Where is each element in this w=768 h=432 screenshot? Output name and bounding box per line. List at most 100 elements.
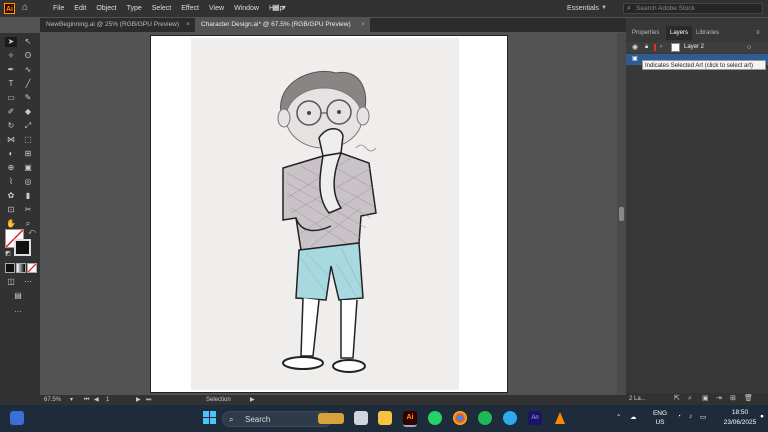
spotify-icon[interactable]	[478, 411, 492, 425]
clock-date[interactable]: 23/06/2025	[720, 419, 760, 426]
screen-mode-icon[interactable]: ▤	[12, 291, 24, 301]
slice-tool-icon[interactable]: ✂	[22, 205, 34, 215]
panel-menu-icon[interactable]: ≡	[756, 26, 760, 40]
tab-layers[interactable]: Layers	[666, 26, 693, 40]
default-colors-icon[interactable]: ◩	[2, 249, 14, 259]
draw-mode-icon[interactable]: ◫	[5, 277, 17, 287]
paintbrush-icon[interactable]: ✎	[22, 93, 34, 103]
task-view-icon[interactable]	[354, 411, 368, 425]
visibility-eye-icon[interactable]: ▣	[632, 54, 638, 65]
wifi-icon[interactable]: ◔	[677, 413, 681, 420]
zoom-level[interactable]: 67.5%	[44, 395, 61, 405]
language-top[interactable]: ENG	[650, 410, 670, 417]
sketch-photo[interactable]	[191, 38, 459, 390]
eraser-icon[interactable]: ◆	[22, 107, 34, 117]
type-tool-icon[interactable]: T	[5, 79, 17, 89]
lock-icon[interactable]: 🔒︎	[645, 42, 648, 53]
new-layer-icon[interactable]: ⊞	[730, 393, 736, 405]
hand-tool-icon[interactable]: ✋	[5, 219, 17, 229]
artboard-tool-icon[interactable]: ⊡	[5, 205, 17, 215]
tab-properties[interactable]: Properties	[632, 26, 659, 40]
mesh-tool-icon[interactable]: ⊕	[5, 163, 17, 173]
shaper-tool-icon[interactable]: ✐	[5, 107, 17, 117]
widgets-icon[interactable]	[10, 411, 24, 425]
chevron-down-icon[interactable]: ▼	[601, 0, 607, 17]
adobe-stock-search[interactable]: ⌕ Search Adobe Stock	[623, 3, 763, 14]
volume-icon[interactable]: ♪	[689, 413, 692, 420]
artboard[interactable]	[150, 35, 508, 393]
menu-file[interactable]: File	[48, 0, 69, 17]
tab-libraries[interactable]: Libraries	[696, 26, 719, 40]
next-artboard-icon[interactable]: ▶	[136, 395, 141, 405]
clipping-mask-icon[interactable]: ▣	[702, 393, 709, 405]
whatsapp-icon[interactable]	[428, 411, 442, 425]
gradient-mode-icon[interactable]	[16, 263, 26, 273]
windows-start-icon[interactable]	[203, 411, 217, 425]
artboard-number[interactable]: 1	[106, 395, 109, 405]
locate-object-icon[interactable]: ⌕	[688, 393, 692, 405]
telegram-icon[interactable]	[503, 411, 517, 425]
trash-icon[interactable]: 🗑︎	[744, 393, 753, 405]
vertical-scrollbar[interactable]	[617, 33, 626, 395]
target-circle-icon[interactable]: ○	[747, 42, 751, 53]
chrome-icon[interactable]	[453, 411, 467, 425]
scale-tool-icon[interactable]: ⤢	[22, 121, 34, 131]
workspace-switcher[interactable]: Essentials	[567, 0, 599, 17]
magic-wand-icon[interactable]: ✧	[5, 51, 17, 61]
notification-icon[interactable]: ●	[760, 413, 764, 420]
curvature-tool-icon[interactable]: ∿	[22, 65, 34, 75]
language-bottom[interactable]: US	[650, 419, 670, 426]
lasso-icon[interactable]: ʘ	[22, 51, 34, 61]
edit-toolbar-icon[interactable]: ⋯	[22, 277, 34, 287]
arrange-documents-icon[interactable]: ▦ ▾	[272, 3, 286, 12]
prev-artboard-icon[interactable]: ◀	[94, 395, 99, 405]
menu-select[interactable]: Select	[147, 0, 176, 17]
close-icon[interactable]: ×	[361, 18, 365, 32]
animate-icon[interactable]: An	[528, 411, 542, 425]
column-graph-icon[interactable]: ▮	[22, 191, 34, 201]
expand-chevron-icon[interactable]: ›	[660, 42, 662, 53]
blend-tool-icon[interactable]: ◎	[22, 177, 34, 187]
illustrator-taskbar-icon[interactable]: Ai	[403, 411, 417, 427]
home-icon[interactable]: ⌂	[22, 2, 34, 14]
perspective-grid-icon[interactable]: ⊞	[22, 149, 34, 159]
menu-window[interactable]: Window	[229, 0, 264, 17]
layer-row[interactable]: ◉ 🔒︎ › Layer 2 ○	[626, 42, 768, 53]
pen-tool-icon[interactable]: ✒	[5, 65, 17, 75]
menu-view[interactable]: View	[204, 0, 229, 17]
last-artboard-icon[interactable]: ⏭	[146, 395, 151, 405]
color-mode-icon[interactable]	[5, 263, 15, 273]
tray-chevron-icon[interactable]: ⌃	[616, 413, 621, 421]
search-highlight-icon[interactable]	[318, 413, 344, 424]
gradient-tool-icon[interactable]: ▣	[22, 163, 34, 173]
tool-menu-icon[interactable]: ▶	[250, 395, 255, 405]
scroll-thumb[interactable]	[619, 207, 624, 221]
symbol-sprayer-icon[interactable]: ✿	[5, 191, 17, 201]
close-icon[interactable]: ×	[186, 18, 190, 32]
menu-effect[interactable]: Effect	[176, 0, 204, 17]
rotate-tool-icon[interactable]: ↻	[5, 121, 17, 131]
eyedropper-icon[interactable]: ⌇	[5, 177, 17, 187]
shape-builder-icon[interactable]: ◐	[5, 149, 17, 159]
first-artboard-icon[interactable]: ⏮	[84, 395, 89, 405]
menu-edit[interactable]: Edit	[69, 0, 91, 17]
menu-type[interactable]: Type	[122, 0, 147, 17]
line-tool-icon[interactable]: ╱	[22, 79, 34, 89]
selection-tool-icon[interactable]: ➤	[5, 37, 17, 47]
taskbar-search[interactable]: ⌕ Search	[222, 411, 332, 427]
width-tool-icon[interactable]: ⋈	[5, 135, 17, 145]
layer-name[interactable]: Layer 2	[684, 42, 704, 53]
tab-character-design[interactable]: Character Design.ai* @ 67.5% (RGB/GPU Pr…	[195, 18, 370, 32]
battery-icon[interactable]: ▭	[700, 413, 706, 421]
rectangle-tool-icon[interactable]: ▭	[5, 93, 17, 103]
swap-icon[interactable]: ⤺	[26, 228, 38, 238]
menu-object[interactable]: Object	[91, 0, 121, 17]
direct-selection-tool-icon[interactable]: ↖	[22, 37, 34, 47]
export-icon[interactable]: ⇱	[674, 393, 680, 405]
vlc-icon[interactable]	[553, 411, 567, 425]
more-tools-icon[interactable]: ···	[12, 307, 24, 317]
stroke-swatch[interactable]	[14, 239, 31, 256]
network-status-icon[interactable]: ☁	[630, 413, 637, 421]
file-explorer-icon[interactable]	[378, 411, 392, 425]
new-sublayer-icon[interactable]: ⇥	[716, 393, 722, 405]
